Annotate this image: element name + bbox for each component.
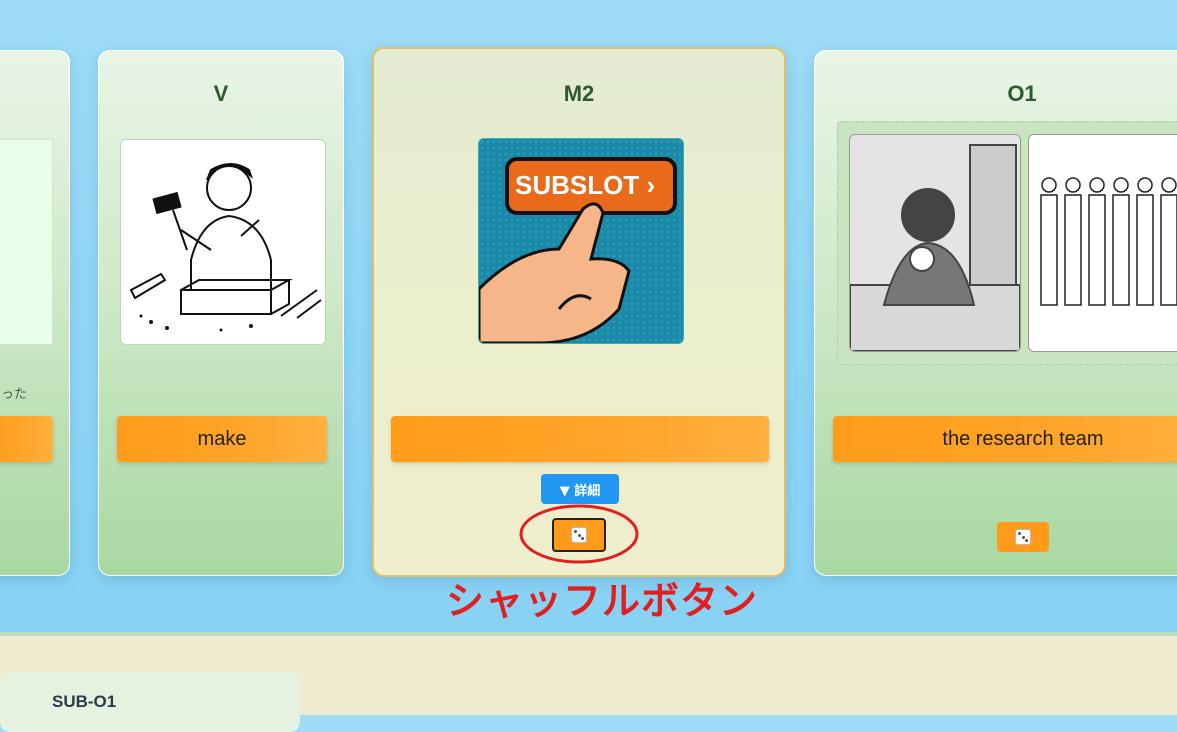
detail-toggle-label: ▼ 詳細 [559,483,601,499]
o1-team-image [1028,134,1177,352]
left-caption: った [1,387,28,402]
detail-toggle-button[interactable]: ▼ 詳細 [541,474,619,504]
v-phrase-button[interactable]: make [117,416,327,462]
shuffle-button-annotation: シャッフルボタン [446,579,759,623]
o1-shuffle-button[interactable] [997,522,1049,552]
subslot-button-label: SUBSLOT › [515,170,656,200]
o1-researcher-image [849,134,1021,352]
v-illustration [120,139,326,345]
o1-phrase-button[interactable]: the research team [833,416,1177,462]
hammer-icon [152,191,182,215]
o1-image-group [837,121,1177,365]
left-phrase-button[interactable] [0,416,53,462]
slot-m2: M2 SUBSLOT › ▼ 詳細 [372,47,786,577]
sub-o1-panel: SUB-O1 [0,672,300,732]
slot-v-title: V [213,81,229,106]
annotation-ellipse [519,504,639,564]
sub-o1-title: SUB-O1 [52,692,117,711]
slot-o1-title: O1 [1007,81,1037,106]
magnifier-icon [909,246,935,272]
slot-v: V make [98,50,344,576]
craftsman-illustration [129,163,322,332]
m2-subslot-image: SUBSLOT › [478,138,684,344]
m2-phrase-button[interactable] [391,416,769,462]
slot-o1: O1 the research team [814,50,1177,576]
dice-icon [1015,529,1031,545]
slot-left-partial: った [0,50,70,576]
slot-m2-title: M2 [563,81,595,106]
left-image-partial [0,139,53,345]
bottom-area: SUB-O1 [0,632,1177,732]
